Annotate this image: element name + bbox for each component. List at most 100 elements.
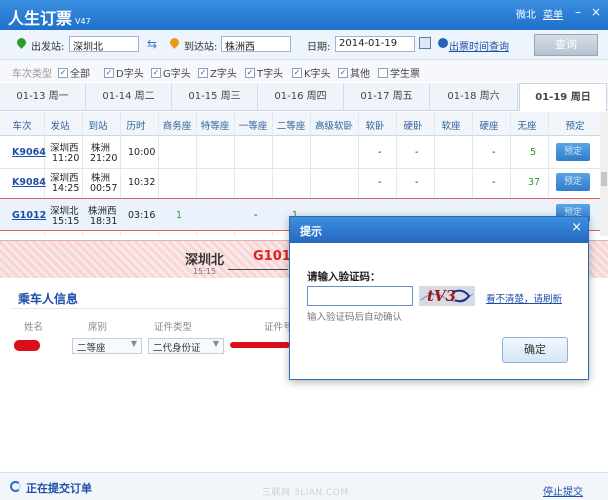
date-tab[interactable]: 01-16 周四 [258, 83, 344, 111]
filter-option-label: K字头 [304, 69, 331, 80]
filter-label: 车次类型 [12, 69, 52, 80]
hard-sleeper-value: - [415, 147, 419, 158]
checkbox-icon: ✓ [338, 67, 348, 78]
id-type-select[interactable]: 二代身份证 ▼ [148, 338, 224, 354]
chevron-down-icon: ▼ [212, 339, 219, 348]
col-first: 一等座 [238, 121, 268, 132]
redacted-id-number [230, 342, 290, 348]
ticket-time-link[interactable]: 出票时间查询 [449, 38, 509, 53]
first-seat-value: - [254, 210, 258, 221]
to-station-input[interactable]: 株洲西 [221, 36, 291, 53]
to-station: 株洲 [91, 143, 111, 154]
captcha-text: tV3 [427, 287, 456, 305]
arrival-time: 21:20 [90, 153, 118, 164]
chevron-down-icon: ▼ [130, 339, 137, 348]
train-row[interactable]: K9064 深圳西 11:20 株洲 21:20 10:00 - - - 5 预… [0, 136, 600, 169]
col-name: 姓名 [24, 322, 44, 333]
captcha-graphic: tV3 [419, 286, 475, 306]
checkbox-icon: ✓ [198, 67, 208, 78]
minimize-icon[interactable]: – [570, 4, 586, 20]
from-station: 深圳西 [50, 143, 79, 154]
confirm-button[interactable]: 确定 [502, 337, 568, 363]
date-input[interactable]: 2014-01-19 [335, 36, 415, 52]
dialog-header: 提示 × [290, 217, 588, 243]
to-station: 株洲西 [88, 206, 117, 217]
arrival-time: 00:57 [90, 183, 118, 194]
col-to: 到站 [88, 121, 108, 132]
captcha-image[interactable]: tV3 [419, 286, 475, 306]
to-label: 到达站: [184, 42, 218, 53]
filter-option-label: 全部 [70, 69, 90, 80]
captcha-dialog: 提示 × 请输入验证码： tV3 看不清楚，请刷新 输入验证码后自动确认 确定 [289, 216, 589, 380]
train-row[interactable]: K9084 深圳西 14:25 株洲 00:57 10:32 - - - 37 … [0, 166, 600, 199]
close-window-icon[interactable]: × [588, 4, 604, 20]
book-button[interactable]: 预定 [556, 173, 590, 191]
submit-status: 正在提交订单 [26, 482, 92, 495]
col-book: 预定 [565, 121, 585, 132]
departure-time: 14:25 [52, 183, 80, 194]
seat-type-value: 二等座 [77, 343, 106, 354]
date-tab[interactable]: 01-13 周一 [0, 83, 86, 111]
filter-k[interactable]: ✓ K字头 [292, 65, 331, 80]
calendar-icon[interactable] [419, 37, 431, 49]
to-pin-icon [168, 36, 181, 49]
checkbox-icon: ✓ [292, 67, 302, 78]
clock-icon [438, 38, 448, 48]
filter-z[interactable]: ✓ Z字头 [198, 65, 237, 80]
col-duration: 历时 [126, 121, 146, 132]
col-from: 发站 [50, 121, 70, 132]
filter-option-label: Z字头 [210, 69, 237, 80]
date-tab[interactable]: 01-15 周三 [172, 83, 258, 111]
col-no-seat: 无座 [517, 121, 537, 132]
book-button[interactable]: 预定 [556, 143, 590, 161]
hard-seat-value: - [492, 147, 496, 158]
checkbox-icon: ✓ [104, 67, 114, 78]
stop-submit-link[interactable]: 停止提交 [543, 483, 583, 498]
from-station-input[interactable]: 深圳北 [69, 36, 139, 53]
filter-all[interactable]: ✓ 全部 [58, 65, 90, 80]
filter-option-label: 学生票 [390, 69, 420, 80]
banner-departure-time: 15:15 [193, 267, 217, 276]
col-business: 商务座 [162, 121, 192, 132]
train-number-link[interactable]: G1012 [12, 210, 46, 221]
watermark: 三联网 3LIAN.COM [262, 488, 349, 498]
date-tab[interactable]: 01-17 周五 [344, 83, 430, 111]
date-tab-active[interactable]: 01-19 周日 [519, 83, 607, 111]
grid-scrollbar[interactable] [600, 112, 608, 236]
col-hard-seat: 硬座 [479, 121, 499, 132]
app-title: 人生订票 V47 [8, 5, 91, 29]
filter-other[interactable]: ✓ 其他 [338, 65, 370, 80]
duration: 10:32 [128, 177, 156, 188]
col-train: 车次 [12, 121, 32, 132]
weibo-link[interactable]: 微北 [516, 6, 536, 21]
close-icon[interactable]: × [571, 220, 582, 235]
menu-link[interactable]: 菜单 [543, 6, 563, 21]
filter-option-label: 其他 [350, 69, 370, 80]
train-number-link[interactable]: K9064 [12, 147, 46, 158]
date-tab[interactable]: 01-14 周二 [86, 83, 172, 111]
scrollbar-thumb[interactable] [601, 172, 607, 186]
captcha-input[interactable] [307, 286, 413, 306]
train-type-filter: 车次类型 ✓ 全部 ✓ D字头 ✓ G字头 ✓ Z字头 ✓ T字头 ✓ K字头 ✓ 其他 学生… [0, 60, 608, 82]
swap-stations-icon[interactable]: ⇆ [147, 37, 157, 51]
query-button[interactable]: 查询 [534, 34, 598, 56]
passenger-section-title: 乘车人信息 [18, 292, 79, 306]
filter-t[interactable]: ✓ T字头 [245, 65, 283, 80]
filter-d[interactable]: ✓ D字头 [104, 65, 144, 80]
from-station: 深圳西 [50, 173, 79, 184]
id-type-value: 二代身份证 [153, 343, 201, 354]
refresh-captcha-link[interactable]: 看不清楚，请刷新 [486, 291, 562, 305]
hard-seat-value: - [492, 177, 496, 188]
checkbox-icon [378, 67, 388, 78]
seat-type-select[interactable]: 二等座 ▼ [72, 338, 142, 354]
hard-sleeper-value: - [415, 177, 419, 188]
filter-g[interactable]: ✓ G字头 [151, 65, 191, 80]
col-seat-type: 席别 [88, 322, 108, 333]
checkbox-icon: ✓ [151, 67, 161, 78]
date-tab[interactable]: 01-18 周六 [430, 83, 518, 111]
filter-option-label: T字头 [257, 69, 284, 80]
filter-student[interactable]: 学生票 [378, 65, 420, 80]
train-number-link[interactable]: K9084 [12, 177, 46, 188]
duration: 10:00 [128, 147, 156, 158]
passenger-divider [12, 308, 300, 309]
